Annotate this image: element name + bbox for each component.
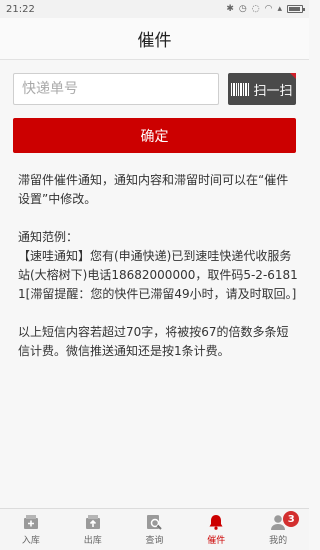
- notice-intro: 滞留件催件通知，通知内容和滞留时间可以在“催件设置”中修改。: [18, 173, 289, 206]
- tab-outbound[interactable]: 出库: [62, 509, 124, 550]
- page-title: 催件: [137, 31, 172, 51]
- tab-mine-label: 我的: [269, 536, 288, 546]
- tab-outbound-label: 出库: [83, 536, 102, 546]
- tab-query[interactable]: 查询: [124, 509, 186, 550]
- bluetooth-icon: ✱: [226, 4, 234, 14]
- silent-icon: ◌: [251, 4, 260, 14]
- tab-urge[interactable]: 催件: [185, 509, 247, 550]
- alarm-icon: ◷: [238, 4, 247, 14]
- tab-inbound[interactable]: 入库: [0, 509, 62, 550]
- tab-query-label: 查询: [145, 536, 164, 546]
- scan-corner-mark: [290, 73, 296, 79]
- tab-mine[interactable]: 我的 3: [247, 509, 309, 550]
- bell-icon: [209, 515, 223, 530]
- search-row: 扫一扫: [13, 73, 296, 106]
- status-bar: 21:22 ✱ ◷ ◌ ◠ ▴: [0, 0, 309, 18]
- wifi-icon: ◠: [264, 4, 273, 14]
- status-time: 21:22: [6, 3, 35, 15]
- tracking-number-input[interactable]: [13, 73, 219, 105]
- scan-button[interactable]: 扫一扫: [228, 73, 296, 105]
- tab-inbound-label: 入库: [21, 536, 40, 546]
- confirm-button[interactable]: 确定: [13, 118, 296, 153]
- inbox-plus-icon: [23, 515, 38, 529]
- tab-bar: 入库 出库 查询 催件 我的 3: [0, 508, 309, 550]
- notice-example-label: 通知范例：: [18, 230, 79, 244]
- outbox-up-icon: [85, 515, 100, 529]
- notice-section: 滞留件催件通知，通知内容和滞留时间可以在“催件设置”中修改。 通知范例： 【速哇…: [18, 171, 298, 380]
- battery-icon: [287, 5, 305, 13]
- barcode-icon: [231, 82, 250, 96]
- search-doc-icon: [147, 515, 163, 530]
- signal-icon: ▴: [277, 4, 282, 14]
- status-icons: ✱ ◷ ◌ ◠ ▴: [226, 4, 305, 14]
- scan-button-label: 扫一扫: [253, 83, 293, 99]
- notification-badge: 3: [283, 511, 300, 527]
- tab-urge-label: 催件: [207, 536, 226, 546]
- notice-sms-rule: 以上短信内容若超过70字，将被按67的倍数多条短信计费。微信推送通知还是按1条计…: [18, 325, 289, 358]
- notice-example-text: 【速哇通知】您有(申通快递)已到速哇快递代收服务站(大榕树下)电话1868200…: [18, 249, 298, 301]
- nav-bar: 催件: [0, 18, 309, 60]
